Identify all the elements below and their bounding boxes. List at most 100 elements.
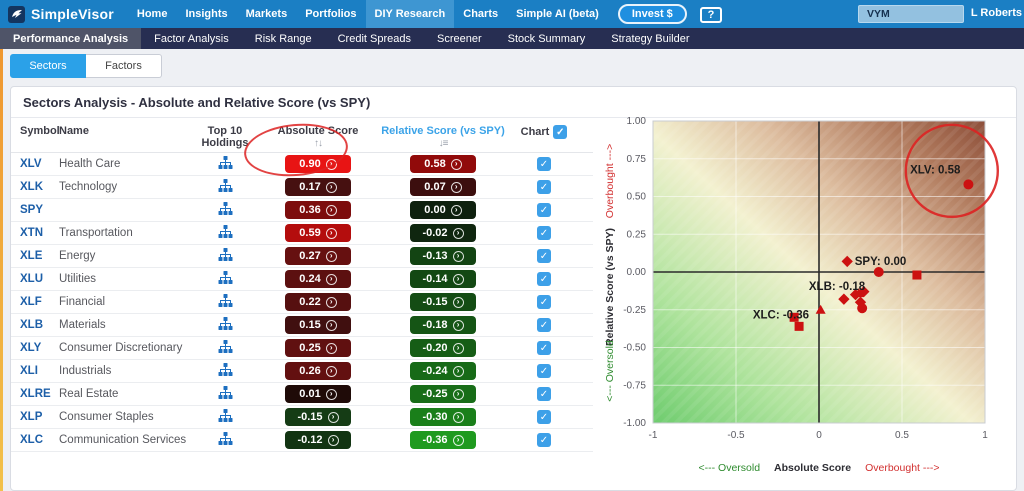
relative-score-badge[interactable]: 0.00› bbox=[410, 201, 476, 219]
chart-row-checkbox[interactable]: ✓ bbox=[537, 226, 551, 240]
top10-holdings-icon[interactable] bbox=[218, 340, 233, 357]
top10-holdings-icon[interactable] bbox=[218, 202, 233, 219]
chart-row-checkbox[interactable]: ✓ bbox=[537, 180, 551, 194]
tab-factors[interactable]: Factors bbox=[86, 54, 162, 78]
topnav-item-simple-ai-beta-[interactable]: Simple AI (beta) bbox=[507, 0, 608, 28]
absolute-score-badge[interactable]: 0.26› bbox=[285, 362, 351, 380]
expand-chevron-icon: › bbox=[453, 228, 464, 239]
relative-score-badge[interactable]: -0.15› bbox=[410, 293, 476, 311]
top10-holdings-icon[interactable] bbox=[218, 317, 233, 334]
relative-score-badge[interactable]: -0.02› bbox=[410, 224, 476, 242]
relative-score-badge[interactable]: -0.25› bbox=[410, 385, 476, 403]
help-icon[interactable]: ? bbox=[700, 7, 722, 23]
subnav-item-risk-range[interactable]: Risk Range bbox=[242, 28, 325, 49]
chart-row-checkbox[interactable]: ✓ bbox=[537, 318, 551, 332]
absolute-score-badge[interactable]: -0.12› bbox=[285, 431, 351, 449]
chart-row-checkbox[interactable]: ✓ bbox=[537, 387, 551, 401]
symbol-link[interactable]: XLI bbox=[20, 365, 38, 377]
user-menu[interactable]: L Roberts bbox=[971, 7, 1022, 19]
col-header-relative-score[interactable]: Relative Score (vs SPY) bbox=[381, 125, 505, 137]
top10-holdings-icon[interactable] bbox=[218, 294, 233, 311]
top10-holdings-icon[interactable] bbox=[218, 179, 233, 196]
symbol-link[interactable]: XLC bbox=[20, 434, 43, 446]
chart-row-checkbox[interactable]: ✓ bbox=[537, 341, 551, 355]
symbol-link[interactable]: XTN bbox=[20, 227, 43, 239]
topnav-item-diy-research[interactable]: DIY Research bbox=[366, 0, 455, 28]
expand-chevron-icon: › bbox=[328, 412, 339, 423]
relative-score-badge[interactable]: -0.30› bbox=[410, 408, 476, 426]
col-header-absolute-score[interactable]: Absolute Score bbox=[278, 125, 359, 137]
absolute-score-badge[interactable]: 0.59› bbox=[285, 224, 351, 242]
relative-score-badge[interactable]: -0.20› bbox=[410, 339, 476, 357]
top10-holdings-icon[interactable] bbox=[218, 363, 233, 380]
chart-row-checkbox[interactable]: ✓ bbox=[537, 433, 551, 447]
search-input[interactable] bbox=[858, 5, 964, 23]
col-header-symbol[interactable]: Symbol bbox=[11, 125, 59, 137]
absolute-score-badge[interactable]: 0.17› bbox=[285, 178, 351, 196]
relative-score-badge[interactable]: 0.58› bbox=[410, 155, 476, 173]
absolute-score-badge[interactable]: 0.22› bbox=[285, 293, 351, 311]
absolute-score-badge[interactable]: 0.01› bbox=[285, 385, 351, 403]
symbol-link[interactable]: XLB bbox=[20, 319, 43, 331]
absolute-score-badge[interactable]: 0.27› bbox=[285, 247, 351, 265]
chart-row-checkbox[interactable]: ✓ bbox=[537, 272, 551, 286]
tab-sectors[interactable]: Sectors bbox=[10, 54, 86, 78]
absolute-score-badge[interactable]: 0.90› bbox=[285, 155, 351, 173]
relative-score-badge[interactable]: -0.24› bbox=[410, 362, 476, 380]
relative-score-badge[interactable]: -0.18› bbox=[410, 316, 476, 334]
col-header-holdings[interactable]: Top 10 Holdings bbox=[187, 125, 263, 149]
col-header-name[interactable]: Name bbox=[59, 125, 187, 137]
top10-holdings-icon[interactable] bbox=[218, 248, 233, 265]
topnav-item-markets[interactable]: Markets bbox=[237, 0, 297, 28]
absolute-score-value: 0.24 bbox=[299, 273, 320, 285]
chart-row-checkbox[interactable]: ✓ bbox=[537, 295, 551, 309]
expand-chevron-icon: › bbox=[328, 435, 339, 446]
sort-icon-relative[interactable]: ↓≡ bbox=[439, 138, 448, 149]
chart-row-checkbox[interactable]: ✓ bbox=[537, 157, 551, 171]
chart-select-all-checkbox[interactable]: ✓ bbox=[553, 125, 567, 139]
relative-score-badge[interactable]: -0.36› bbox=[410, 431, 476, 449]
symbol-link[interactable]: XLP bbox=[20, 411, 42, 423]
relative-score-value: -0.30 bbox=[422, 411, 447, 423]
absolute-score-badge[interactable]: -0.15› bbox=[285, 408, 351, 426]
chart-row-checkbox[interactable]: ✓ bbox=[537, 364, 551, 378]
subnav-item-screener[interactable]: Screener bbox=[424, 28, 495, 49]
subnav-item-stock-summary[interactable]: Stock Summary bbox=[495, 28, 599, 49]
chart-row-checkbox[interactable]: ✓ bbox=[537, 203, 551, 217]
top10-holdings-icon[interactable] bbox=[218, 409, 233, 426]
absolute-score-badge[interactable]: 0.24› bbox=[285, 270, 351, 288]
invest-button[interactable]: Invest $ bbox=[618, 4, 687, 24]
point-xtn bbox=[912, 271, 921, 280]
chart-row-checkbox[interactable]: ✓ bbox=[537, 249, 551, 263]
top10-holdings-icon[interactable] bbox=[218, 386, 233, 403]
sort-icon-absolute[interactable]: ↑↓ bbox=[314, 138, 322, 149]
symbol-link[interactable]: XLF bbox=[20, 296, 42, 308]
subnav-item-strategy-builder[interactable]: Strategy Builder bbox=[598, 28, 702, 49]
subnav-item-performance-analysis[interactable]: Performance Analysis bbox=[0, 28, 141, 49]
absolute-score-badge[interactable]: 0.36› bbox=[285, 201, 351, 219]
topnav-item-home[interactable]: Home bbox=[128, 0, 177, 28]
top10-holdings-icon[interactable] bbox=[218, 271, 233, 288]
symbol-link[interactable]: XLRE bbox=[20, 388, 51, 400]
symbol-link[interactable]: XLK bbox=[20, 181, 43, 193]
topnav-item-portfolios[interactable]: Portfolios bbox=[296, 0, 365, 28]
symbol-link[interactable]: XLE bbox=[20, 250, 42, 262]
brand[interactable]: SimpleVisor bbox=[0, 6, 128, 23]
subnav-item-credit-spreads[interactable]: Credit Spreads bbox=[325, 28, 424, 49]
topnav-item-charts[interactable]: Charts bbox=[454, 0, 507, 28]
chart-row-checkbox[interactable]: ✓ bbox=[537, 410, 551, 424]
symbol-link[interactable]: SPY bbox=[20, 204, 43, 216]
subnav-item-factor-analysis[interactable]: Factor Analysis bbox=[141, 28, 242, 49]
relative-score-badge[interactable]: -0.14› bbox=[410, 270, 476, 288]
symbol-link[interactable]: XLY bbox=[20, 342, 41, 354]
top10-holdings-icon[interactable] bbox=[218, 225, 233, 242]
relative-score-badge[interactable]: -0.13› bbox=[410, 247, 476, 265]
relative-score-badge[interactable]: 0.07› bbox=[410, 178, 476, 196]
topnav-item-insights[interactable]: Insights bbox=[176, 0, 236, 28]
absolute-score-badge[interactable]: 0.15› bbox=[285, 316, 351, 334]
top10-holdings-icon[interactable] bbox=[218, 156, 233, 173]
absolute-score-badge[interactable]: 0.25› bbox=[285, 339, 351, 357]
top10-holdings-icon[interactable] bbox=[218, 432, 233, 449]
symbol-link[interactable]: XLU bbox=[20, 273, 43, 285]
symbol-link[interactable]: XLV bbox=[20, 158, 42, 170]
